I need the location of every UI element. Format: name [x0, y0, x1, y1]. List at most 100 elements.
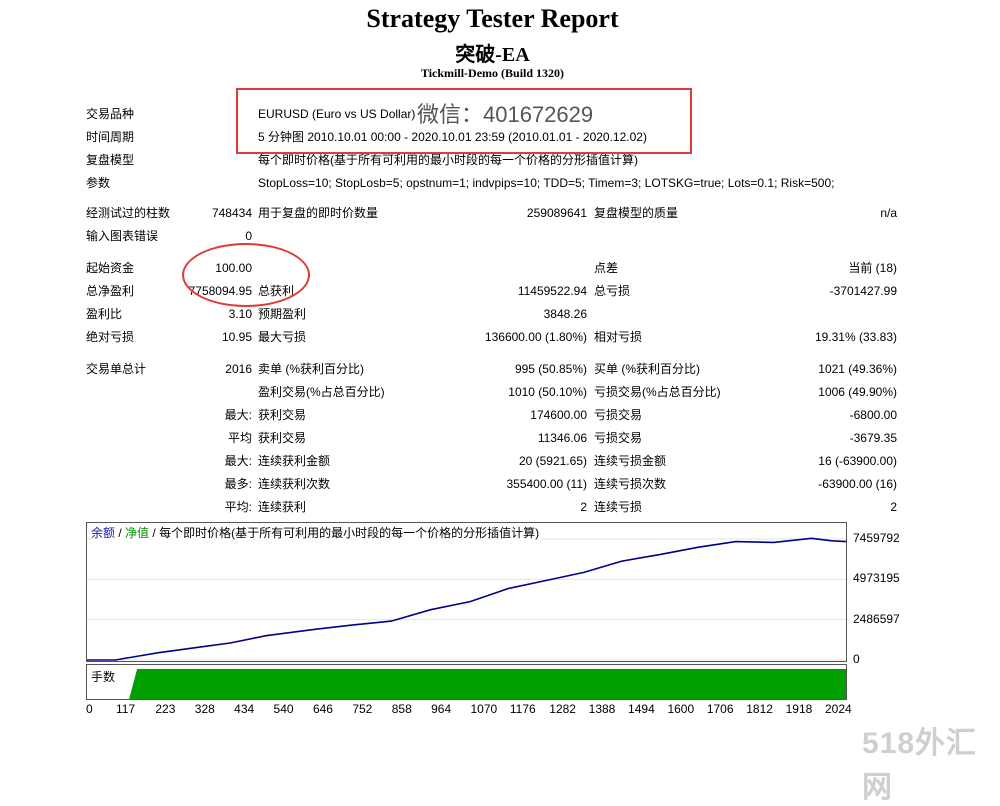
highlight-ellipse [182, 243, 310, 307]
balance-chart: 余额 / 净值 / 每个即时价格(基于所有可利用的最小时段的每一个价格的分形插值… [86, 522, 847, 662]
maxdd-label: 最大亏损 [258, 330, 307, 344]
expected-label: 预期盈利 [258, 307, 307, 321]
errors-label: 输入图表错误 [86, 229, 159, 243]
volume-area [129, 669, 846, 699]
maxconswins-value: 20 (5921.65) [518, 454, 587, 468]
ticks-value: 259089641 [526, 206, 587, 220]
legend-balance: 余额 [91, 526, 116, 540]
balance-chart-svg [87, 537, 846, 661]
model-value: 每个即时价格(基于所有可利用的最小时段的每一个价格的分形插值计算) [258, 153, 638, 167]
bars-label: 经测试过的柱数 [86, 206, 171, 220]
largest-label: 最大: [224, 408, 252, 422]
avgconsloss-label: 连续亏损 [594, 500, 643, 514]
maxconsprofit-value: 355400.00 (11) [506, 477, 587, 491]
x-tick-label: 1070 [470, 702, 498, 716]
grossloss-label: 总亏损 [594, 284, 631, 298]
reldd-label: 相对亏损 [594, 330, 643, 344]
maxconslosscount-value: -63900.00 (16) [818, 477, 897, 491]
y-tick-label: 0 [853, 652, 860, 666]
x-tick-label: 752 [352, 702, 373, 716]
losstrades-label: 亏损交易(%占总百分比) [594, 385, 721, 399]
x-tick-label: 2024 [825, 702, 852, 716]
expected-value: 3848.26 [543, 307, 587, 321]
ea-name: 突破-EA [455, 44, 530, 66]
server-build: Tickmill-Demo (Build 1320) [420, 66, 565, 80]
x-tick-label: 1176 [509, 702, 536, 716]
watermark: 518外汇网 [862, 727, 978, 804]
maxconslosscount-label: 连续亏损次数 [594, 477, 667, 491]
model-label: 复盘模型 [86, 153, 135, 167]
grossloss-value: -3701427.99 [829, 284, 897, 298]
netprofit-label: 总净盈利 [86, 284, 135, 298]
ticks-label: 用于复盘的即时价数量 [258, 206, 379, 220]
avg-loss-label: 亏损交易 [594, 431, 643, 445]
x-tick-label: 1918 [785, 702, 813, 716]
x-tick-label: 328 [194, 702, 215, 716]
y-tick-label: 4973195 [853, 571, 900, 586]
profittrades-value: 1010 (50.10%) [508, 385, 587, 399]
x-tick-label: 1706 [706, 702, 734, 716]
x-tick-label: 434 [234, 702, 255, 716]
grossprofit-value: 11459522.94 [517, 284, 587, 298]
x-tick-label: 1282 [549, 702, 576, 716]
long-label: 买单 (%获利百分比) [594, 362, 700, 376]
quality-value: n/a [880, 206, 897, 220]
bars-value: 748434 [211, 206, 252, 220]
x-tick-label: 223 [155, 702, 176, 716]
balance-line [87, 537, 846, 661]
spread-label: 点差 [594, 261, 619, 275]
avg2-label: 平均: [224, 500, 252, 514]
y-tick-label: 2486597 [853, 611, 900, 626]
absdd-value: 10.95 [221, 330, 252, 344]
maxconsloss-label: 连续亏损金额 [594, 454, 667, 468]
avgconswins-label: 连续获利 [258, 500, 307, 514]
maxconswins-label: 连续获利金额 [258, 454, 331, 468]
errors-value: 0 [245, 229, 252, 243]
maxconsloss-value: 16 (-63900.00) [818, 454, 897, 468]
chart-legend: 余额 / 净值 / 每个即时价格(基于所有可利用的最小时段的每一个价格的分形插值… [91, 526, 542, 540]
profitfactor-label: 盈利比 [86, 307, 123, 321]
symbol-label: 交易品种 [86, 107, 135, 121]
deposit-label: 起始资金 [86, 261, 135, 275]
legend-desc: / 每个即时价格(基于所有可利用的最小时段的每一个价格的分形插值计算) [152, 526, 540, 540]
reldd-value: 19.31% (33.83) [814, 330, 897, 344]
params-label: 参数 [86, 176, 111, 190]
trades-value: 2016 [225, 362, 252, 376]
avg-profit-label: 获利交易 [258, 431, 307, 445]
wechat-annotation: 微信：401672629 [417, 102, 594, 127]
largest-loss-value: -6800.00 [849, 408, 897, 422]
absdd-label: 绝对亏损 [86, 330, 135, 344]
x-tick-label: 540 [273, 702, 294, 716]
report-title: Strategy Tester Report [366, 4, 619, 33]
x-tick-label: 964 [431, 702, 452, 716]
y-tick-label: 7459792 [853, 531, 900, 545]
volume-chart-svg [129, 669, 846, 699]
average-label: 平均 [227, 431, 252, 445]
avg-loss-value: -3679.35 [849, 431, 897, 445]
x-tick-label: 117 [116, 702, 136, 716]
largest-profit-value: 174600.00 [530, 408, 587, 422]
legend-equity: 净值 [125, 526, 150, 540]
params-value: StopLoss=10; StopLosb=5; opstnum=1; indv… [258, 176, 835, 190]
maxconsprofit-label: 连续获利次数 [258, 477, 331, 491]
most-label: 最多: [224, 477, 252, 491]
short-value: 995 (50.85%) [514, 362, 587, 376]
losstrades-value: 1006 (49.90%) [818, 385, 897, 399]
x-tick-label: 858 [391, 702, 412, 716]
profittrades-label: 盈利交易(%占总百分比) [258, 385, 385, 399]
x-tick-label: 646 [312, 702, 333, 716]
volume-chart: 手数 [86, 664, 847, 700]
long-value: 1021 (49.36%) [818, 362, 897, 376]
x-tick-label: 1812 [746, 702, 773, 716]
x-tick-label: 0 [86, 702, 93, 716]
spread-value: 当前 (18) [848, 261, 897, 275]
x-tick-label: 1388 [588, 702, 616, 716]
trades-label: 交易单总计 [86, 362, 147, 376]
volume-label: 手数 [91, 670, 116, 684]
maxdd-value: 136600.00 (1.80%) [484, 330, 587, 344]
short-label: 卖单 (%获利百分比) [258, 362, 364, 376]
largest-loss-label: 亏损交易 [594, 408, 643, 422]
maximum-label: 最大: [224, 454, 252, 468]
avgconswins-value: 2 [580, 500, 587, 514]
avgconsloss-value: 2 [890, 500, 897, 514]
